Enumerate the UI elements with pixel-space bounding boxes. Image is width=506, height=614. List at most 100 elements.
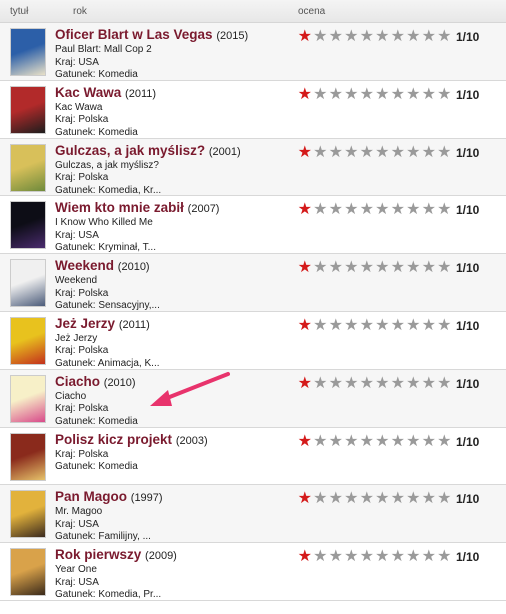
star-icon[interactable]: ★ <box>437 317 453 334</box>
star-icon[interactable]: ★ <box>406 433 422 450</box>
star-icon[interactable]: ★ <box>421 29 437 45</box>
star-icon[interactable]: ★ <box>375 433 391 450</box>
film-row[interactable]: Jeż Jerzy (2011) Jeż Jerzy Kraj: Polska … <box>0 311 506 370</box>
star-icon[interactable]: ★ <box>359 86 375 103</box>
film-row[interactable]: Weekend (2010) Weekend Kraj: Polska Gatu… <box>0 254 506 312</box>
film-title-link[interactable]: Ciacho <box>55 374 100 389</box>
star-icon[interactable]: ★ <box>344 491 360 507</box>
star-icon[interactable]: ★ <box>344 202 360 218</box>
star-icon[interactable]: ★ <box>313 29 329 45</box>
star-icon[interactable]: ★ <box>297 260 313 276</box>
star-icon[interactable]: ★ <box>344 86 360 103</box>
film-row[interactable]: Wiem kto mnie zabił (2007) I Know Who Ki… <box>0 196 506 255</box>
star-icon[interactable]: ★ <box>406 144 422 161</box>
star-icon[interactable]: ★ <box>421 144 437 161</box>
film-title-link[interactable]: Wiem kto mnie zabił <box>55 200 184 215</box>
star-icon[interactable]: ★ <box>328 317 344 334</box>
film-title-link[interactable]: Jeż Jerzy <box>55 316 115 331</box>
star-icon[interactable]: ★ <box>390 317 406 334</box>
star-icon[interactable]: ★ <box>297 433 313 450</box>
rating-stars[interactable]: ★ ★ ★ ★ ★ ★ ★ ★ ★ ★ <box>297 491 452 507</box>
star-icon[interactable]: ★ <box>406 549 422 565</box>
star-icon[interactable]: ★ <box>437 549 453 565</box>
star-icon[interactable]: ★ <box>297 491 313 507</box>
star-icon[interactable]: ★ <box>390 375 406 392</box>
star-icon[interactable]: ★ <box>313 260 329 276</box>
star-icon[interactable]: ★ <box>313 202 329 218</box>
film-title-link[interactable]: Gulczas, a jak myślisz? <box>55 143 205 158</box>
rating-stars[interactable]: ★ ★ ★ ★ ★ ★ ★ ★ ★ ★ <box>297 260 452 276</box>
star-icon[interactable]: ★ <box>359 202 375 218</box>
star-icon[interactable]: ★ <box>406 375 422 392</box>
star-icon[interactable]: ★ <box>437 144 453 161</box>
star-icon[interactable]: ★ <box>406 260 422 276</box>
star-icon[interactable]: ★ <box>328 29 344 45</box>
star-icon[interactable]: ★ <box>359 491 375 507</box>
star-icon[interactable]: ★ <box>437 29 453 45</box>
film-poster[interactable] <box>10 432 46 481</box>
star-icon[interactable]: ★ <box>297 202 313 218</box>
film-title-link[interactable]: Kac Wawa <box>55 85 121 100</box>
star-icon[interactable]: ★ <box>359 317 375 334</box>
star-icon[interactable]: ★ <box>375 549 391 565</box>
star-icon[interactable]: ★ <box>313 375 329 392</box>
star-icon[interactable]: ★ <box>406 202 422 218</box>
film-poster[interactable] <box>10 85 46 134</box>
star-icon[interactable]: ★ <box>297 317 313 334</box>
star-icon[interactable]: ★ <box>344 29 360 45</box>
column-header-year[interactable]: rok <box>73 6 87 17</box>
star-icon[interactable]: ★ <box>406 317 422 334</box>
star-icon[interactable]: ★ <box>297 86 313 103</box>
film-title-link[interactable]: Rok pierwszy <box>55 547 141 562</box>
star-icon[interactable]: ★ <box>421 433 437 450</box>
rating-stars[interactable]: ★ ★ ★ ★ ★ ★ ★ ★ ★ ★ <box>297 317 453 334</box>
star-icon[interactable]: ★ <box>421 86 437 103</box>
star-icon[interactable]: ★ <box>313 317 329 334</box>
star-icon[interactable]: ★ <box>421 491 437 507</box>
star-icon[interactable]: ★ <box>421 317 437 334</box>
film-title-link[interactable]: Oficer Blart w Las Vegas <box>55 27 213 42</box>
star-icon[interactable]: ★ <box>437 491 453 507</box>
star-icon[interactable]: ★ <box>344 144 360 161</box>
star-icon[interactable]: ★ <box>375 202 391 218</box>
film-row[interactable]: Polisz kicz projekt (2003) Kraj: Polska … <box>0 427 506 486</box>
star-icon[interactable]: ★ <box>421 375 437 392</box>
star-icon[interactable]: ★ <box>375 491 391 507</box>
star-icon[interactable]: ★ <box>297 29 313 45</box>
film-row[interactable]: Kac Wawa (2011) Kac Wawa Kraj: Polska Ga… <box>0 80 506 139</box>
star-icon[interactable]: ★ <box>328 375 344 392</box>
rating-stars[interactable]: ★ ★ ★ ★ ★ ★ ★ ★ ★ ★ <box>297 86 452 103</box>
star-icon[interactable]: ★ <box>328 433 344 450</box>
star-icon[interactable]: ★ <box>297 144 313 161</box>
film-poster[interactable] <box>10 259 46 308</box>
film-poster[interactable] <box>10 548 46 597</box>
film-poster[interactable] <box>10 490 46 539</box>
star-icon[interactable]: ★ <box>390 549 406 565</box>
film-row[interactable]: Ciacho (2010) Ciacho Kraj: Polska Gatune… <box>0 369 506 428</box>
film-poster[interactable] <box>10 316 46 365</box>
star-icon[interactable]: ★ <box>437 202 453 218</box>
star-icon[interactable]: ★ <box>297 549 313 565</box>
rating-stars[interactable]: ★ ★ ★ ★ ★ ★ ★ ★ ★ ★ <box>297 144 453 161</box>
star-icon[interactable]: ★ <box>344 375 360 392</box>
star-icon[interactable]: ★ <box>359 433 375 450</box>
star-icon[interactable]: ★ <box>328 549 344 565</box>
star-icon[interactable]: ★ <box>359 375 375 392</box>
star-icon[interactable]: ★ <box>437 433 453 450</box>
star-icon[interactable]: ★ <box>313 433 329 450</box>
rating-stars[interactable]: ★ ★ ★ ★ ★ ★ ★ ★ ★ ★ <box>297 29 452 45</box>
star-icon[interactable]: ★ <box>406 29 422 45</box>
film-poster[interactable] <box>10 143 46 192</box>
star-icon[interactable]: ★ <box>313 144 329 161</box>
film-title-link[interactable]: Pan Magoo <box>55 489 127 504</box>
star-icon[interactable]: ★ <box>406 86 422 103</box>
star-icon[interactable]: ★ <box>375 260 391 276</box>
film-poster[interactable] <box>10 201 46 250</box>
star-icon[interactable]: ★ <box>421 549 437 565</box>
star-icon[interactable]: ★ <box>375 86 391 103</box>
rating-stars[interactable]: ★ ★ ★ ★ ★ ★ ★ ★ ★ ★ <box>297 375 452 392</box>
star-icon[interactable]: ★ <box>328 491 344 507</box>
film-row[interactable]: Gulczas, a jak myślisz? (2001) Gulczas, … <box>0 138 506 197</box>
star-icon[interactable]: ★ <box>390 202 406 218</box>
film-row[interactable]: Rok pierwszy (2009) Year One Kraj: USA G… <box>0 543 506 601</box>
